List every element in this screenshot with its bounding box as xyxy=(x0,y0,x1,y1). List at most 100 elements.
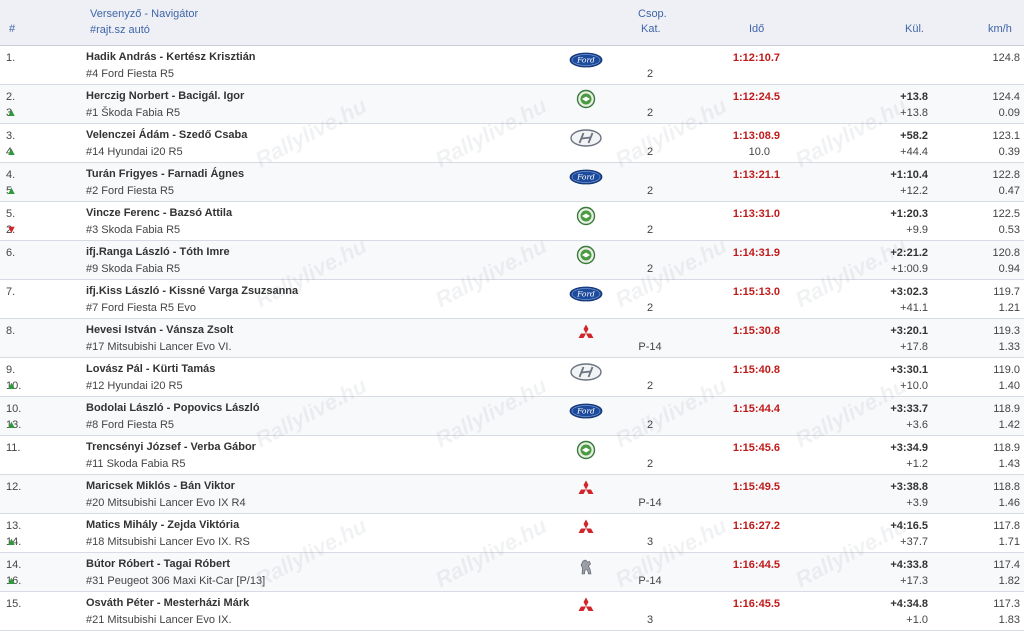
skoda-logo-icon xyxy=(569,206,603,226)
table-row: 6. ifj.Ranga László - Tóth Imre #9 Skoda F… xyxy=(0,241,1024,280)
diff-to-previous: +17.8 xyxy=(900,341,928,353)
diff-to-previous: +17.3 xyxy=(900,575,928,587)
crew-name: Trencsényi József - Verba Gábor xyxy=(86,441,256,453)
total-time: 1:14:31.9 xyxy=(732,247,780,259)
svg-text:Ford: Ford xyxy=(576,407,595,416)
total-time: 1:15:44.4 xyxy=(732,403,780,415)
table-row: 10. ▲ 13. Bodolai László - Popovics László #… xyxy=(0,397,1024,436)
speed-difference: 1.21 xyxy=(998,302,1020,314)
mitsubishi-logo-icon xyxy=(569,596,603,616)
arrow-up-icon: ▲ xyxy=(6,419,17,431)
diff-to-first: +1:10.4 xyxy=(890,169,928,181)
diff-to-first: +4:16.5 xyxy=(890,520,928,532)
ford-logo-icon: Ford xyxy=(569,50,603,70)
group-category: 3 xyxy=(646,614,654,626)
group-category: 2 xyxy=(646,302,654,314)
crew-name: Herczig Norbert - Bacigál. Igor xyxy=(86,90,245,102)
previous-position: ▲ 10. xyxy=(6,380,21,392)
arrow-up-icon: ▲ xyxy=(6,146,17,158)
average-speed: 124.4 xyxy=(992,91,1020,103)
table-row: 13. ▲ 14. Matics Mihály - Zejda Viktória #18… xyxy=(0,514,1024,553)
speed-difference: 1.46 xyxy=(998,497,1020,509)
speed-difference: 1.71 xyxy=(998,536,1020,548)
header-category: Kat. xyxy=(641,23,661,35)
speed-difference: 1.33 xyxy=(998,341,1020,353)
car-model: #12 Hyundai i20 R5 xyxy=(86,380,183,392)
speed-difference: 0.94 xyxy=(998,263,1020,275)
group-category: P-14 xyxy=(638,497,662,509)
position: 2. xyxy=(6,91,16,103)
total-time: 1:15:13.0 xyxy=(732,286,780,298)
hyundai-logo-icon xyxy=(569,128,603,148)
crew-name: Lovász Pál - Kürti Tamás xyxy=(86,363,216,375)
position: 15. xyxy=(6,598,22,610)
total-time: 1:15:40.8 xyxy=(732,364,780,376)
svg-text:Ford: Ford xyxy=(576,56,595,65)
diff-to-previous: +9.9 xyxy=(906,224,928,236)
arrow-up-icon: ▲ xyxy=(6,380,17,392)
position: 5. xyxy=(6,208,16,220)
previous-position: ▲ 14. xyxy=(6,536,21,548)
group-category: 2 xyxy=(646,224,654,236)
group-category: 2 xyxy=(646,419,654,431)
position: 4. xyxy=(6,169,16,181)
peugeot-logo-icon xyxy=(569,557,603,577)
group-category: 2 xyxy=(646,107,654,119)
previous-position: ▲ 5. xyxy=(6,185,17,197)
position: 14. xyxy=(6,559,22,571)
arrow-up-icon: ▲ xyxy=(6,185,17,197)
crew-name: ifj.Ranga László - Tóth Imre xyxy=(86,246,230,258)
crew-name: Bútor Róbert - Tagai Róbert xyxy=(86,558,231,570)
header-diff: Kül. xyxy=(905,23,924,35)
crew-name: Hadik András - Kertész Krisztián xyxy=(86,51,256,63)
car-model: #31 Peugeot 306 Maxi Kit-Car [P/13] xyxy=(86,575,266,587)
crew-name: Bodolai László - Popovics László xyxy=(86,402,260,414)
crew-name: Hevesi István - Vánsza Zsolt xyxy=(86,324,234,336)
car-model: #8 Ford Fiesta R5 xyxy=(86,419,175,431)
position: 10. xyxy=(6,403,22,415)
header-driver: Versenyző - Navigátor xyxy=(90,8,199,20)
header-speed: km/h xyxy=(988,23,1012,35)
table-row: 2. ▲ 3. Herczig Norbert - Bacigál. Igor #1 Š… xyxy=(0,85,1024,124)
table-row: 15. Osváth Péter - Mesterházi Márk #21 Mit… xyxy=(0,592,1024,631)
diff-to-first: +3:02.3 xyxy=(890,286,928,298)
total-time: 1:15:45.6 xyxy=(732,442,780,454)
speed-difference: 1.82 xyxy=(998,575,1020,587)
average-speed: 117.8 xyxy=(993,520,1020,532)
arrow-down-icon: ▼ xyxy=(6,224,17,236)
table-row: 3. ▲ 4. Velenczei Ádám - Szedő Csaba #14 Hyu… xyxy=(0,124,1024,163)
mitsubishi-logo-icon xyxy=(569,518,603,538)
total-time: 1:12:10.7 xyxy=(732,52,780,64)
previous-position: ▲ 3. xyxy=(6,107,17,119)
diff-to-first: +1:20.3 xyxy=(890,208,928,220)
speed-difference: 1.83 xyxy=(998,614,1020,626)
speed-difference: 0.09 xyxy=(998,107,1020,119)
total-time: 1:13:31.0 xyxy=(732,208,780,220)
diff-to-first: +3:20.1 xyxy=(890,325,928,337)
car-model: #14 Hyundai i20 R5 xyxy=(86,146,183,158)
position: 1. xyxy=(6,52,16,64)
total-time: 1:16:27.2 xyxy=(732,520,780,532)
average-speed: 122.8 xyxy=(992,169,1020,181)
crew-name: Matics Mihály - Zejda Viktória xyxy=(86,519,240,531)
ford-logo-icon: Ford xyxy=(569,167,603,187)
diff-to-previous: +1.2 xyxy=(906,458,928,470)
table-header: # Versenyző - Navigátor #rajt.sz autó Cs… xyxy=(0,0,1024,46)
car-model: #17 Mitsubishi Lancer Evo VI. xyxy=(86,341,232,353)
average-speed: 124.8 xyxy=(992,52,1020,64)
mitsubishi-logo-icon xyxy=(569,479,603,499)
diff-to-previous: +37.7 xyxy=(900,536,928,548)
car-model: #9 Skoda Fabia R5 xyxy=(86,263,181,275)
crew-name: Vincze Ferenc - Bazsó Attila xyxy=(86,207,233,219)
average-speed: 119.0 xyxy=(993,364,1020,376)
diff-to-first: +3:30.1 xyxy=(890,364,928,376)
skoda-logo-icon xyxy=(569,440,603,460)
table-row: 7. ifj.Kiss László - Kissné Varga Zsuzsan… xyxy=(0,280,1024,319)
diff-to-previous: +3.9 xyxy=(906,497,928,509)
average-speed: 122.5 xyxy=(992,208,1020,220)
speed-difference: 1.43 xyxy=(998,458,1020,470)
diff-to-first: +4:34.8 xyxy=(890,598,928,610)
table-row: 12. Maricsek Miklós - Bán Viktor #20 Mitsu… xyxy=(0,475,1024,514)
diff-to-previous: +1.0 xyxy=(906,614,928,626)
group-category: 2 xyxy=(646,68,654,80)
